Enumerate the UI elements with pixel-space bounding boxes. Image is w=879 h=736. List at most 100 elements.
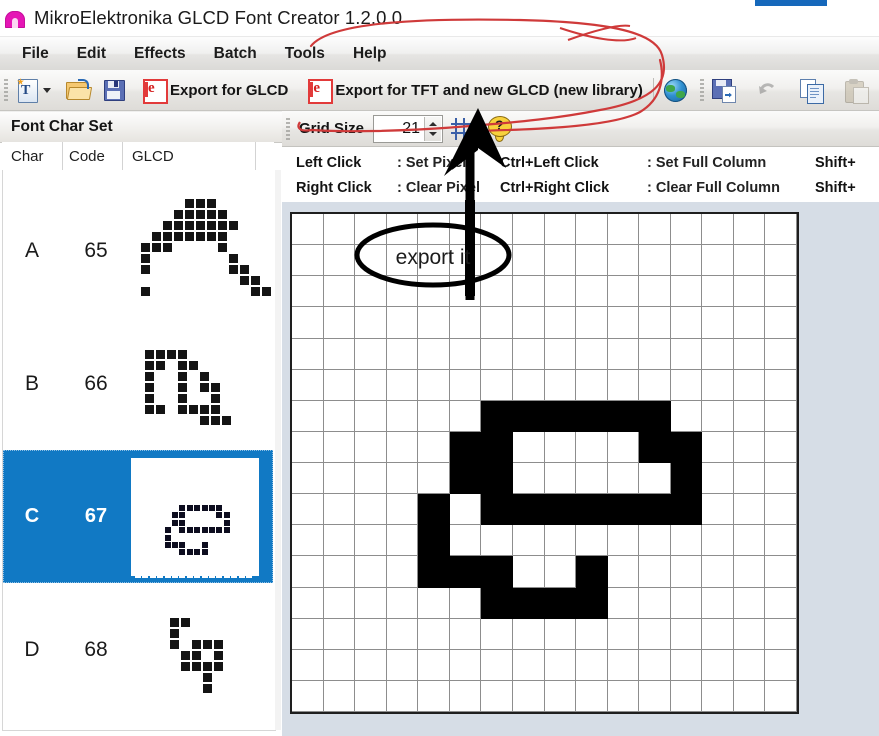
grid-cell[interactable] [449,556,482,588]
grid-cell[interactable] [544,618,577,650]
grid-cell[interactable] [702,276,734,308]
grid-cell[interactable] [323,307,356,339]
grid-cell[interactable] [386,587,419,619]
grid-cell[interactable] [765,463,797,495]
grid-cell[interactable] [733,680,766,712]
grid-cell[interactable] [292,214,324,246]
grid-cell[interactable] [355,214,387,246]
help-icon[interactable]: ? [487,115,513,142]
grid-cell[interactable] [639,400,671,432]
grid-cell[interactable] [418,307,450,339]
grid-cell[interactable] [292,338,324,370]
grid-cell[interactable] [639,556,671,588]
stepper-down-icon[interactable] [429,131,438,136]
grid-cell[interactable] [702,494,734,526]
grid-cell[interactable] [355,400,387,432]
grid-cell[interactable] [386,525,419,557]
grid-cell[interactable] [386,618,419,650]
grid-cell[interactable] [607,463,640,495]
grid-cell[interactable] [607,214,640,246]
grid-cell[interactable] [576,556,608,588]
grid-cell[interactable] [323,276,356,308]
grid-cell[interactable] [576,245,608,277]
grid-cell[interactable] [607,587,640,619]
menu-item-help[interactable]: Help [340,42,400,66]
grid-cell[interactable] [512,431,545,463]
grid-cell[interactable] [355,369,387,401]
grid-cell[interactable] [765,680,797,712]
grid-cell[interactable] [639,431,671,463]
pixel-editor-grid[interactable] [290,212,799,714]
grid-cell[interactable] [292,307,324,339]
grid-cell[interactable] [449,400,482,432]
grid-cell[interactable] [702,431,734,463]
grid-cell[interactable] [418,276,450,308]
grid-cell[interactable] [323,400,356,432]
grid-cell[interactable] [323,618,356,650]
grid-cell[interactable] [576,400,608,432]
grid-cell[interactable] [576,369,608,401]
grid-cell[interactable] [702,525,734,557]
copy-button[interactable] [797,73,827,107]
grid-cell[interactable] [481,525,513,557]
grid-cell[interactable] [702,463,734,495]
grid-cell[interactable] [702,245,734,277]
grid-cell[interactable] [512,400,545,432]
grid-cell[interactable] [576,525,608,557]
grid-cell[interactable] [670,618,703,650]
grid-cell[interactable] [670,587,703,619]
grid-cell[interactable] [576,307,608,339]
grid-cell[interactable] [386,245,419,277]
grid-cell[interactable] [765,556,797,588]
grid-cell[interactable] [670,494,703,526]
grid-cell[interactable] [355,463,387,495]
grid-cell[interactable] [355,338,387,370]
grid-cell[interactable] [544,525,577,557]
grid-cell[interactable] [449,307,482,339]
grid-cell[interactable] [512,649,545,681]
grid-cell[interactable] [670,400,703,432]
export-for-glcd-button[interactable]: e Export for GLCD [140,73,291,107]
grid-cell[interactable] [576,494,608,526]
grid-cell[interactable] [607,556,640,588]
save-button[interactable] [100,73,128,107]
grid-cell[interactable] [765,400,797,432]
grid-cell[interactable] [418,431,450,463]
grid-cell[interactable] [292,245,324,277]
grid-cell[interactable] [449,525,482,557]
grid-cell[interactable] [386,307,419,339]
grid-cell[interactable] [292,494,324,526]
grid-cell[interactable] [544,680,577,712]
menu-item-tools[interactable]: Tools [272,42,338,66]
left-panel-scrollbar[interactable] [275,170,281,730]
grid-cell[interactable] [418,214,450,246]
grid-cell[interactable] [449,431,482,463]
grid-cell[interactable] [639,245,671,277]
grid-cell[interactable] [733,245,766,277]
grid-cell[interactable] [544,245,577,277]
grid-cell[interactable] [481,618,513,650]
grid-cell[interactable] [639,618,671,650]
grid-cell[interactable] [512,618,545,650]
grid-cell[interactable] [323,369,356,401]
grid-cell[interactable] [449,494,482,526]
grid-cell[interactable] [576,463,608,495]
menu-item-edit[interactable]: Edit [64,42,119,66]
grid-cell[interactable] [576,587,608,619]
grid-cell[interactable] [449,245,482,277]
grid-cell[interactable] [418,245,450,277]
grid-cell[interactable] [607,338,640,370]
grid-cell[interactable] [639,494,671,526]
chevron-down-icon[interactable] [43,87,51,93]
grid-cell[interactable] [733,214,766,246]
grid-cell[interactable] [292,649,324,681]
undo-button[interactable] [753,73,783,107]
grid-cell[interactable] [386,338,419,370]
grid-cell[interactable] [355,680,387,712]
grid-cell[interactable] [702,307,734,339]
grid-cell[interactable] [544,556,577,588]
grid-cell[interactable] [481,649,513,681]
grid-cell[interactable] [386,214,419,246]
grid-cell[interactable] [355,618,387,650]
grid-cell[interactable] [323,587,356,619]
